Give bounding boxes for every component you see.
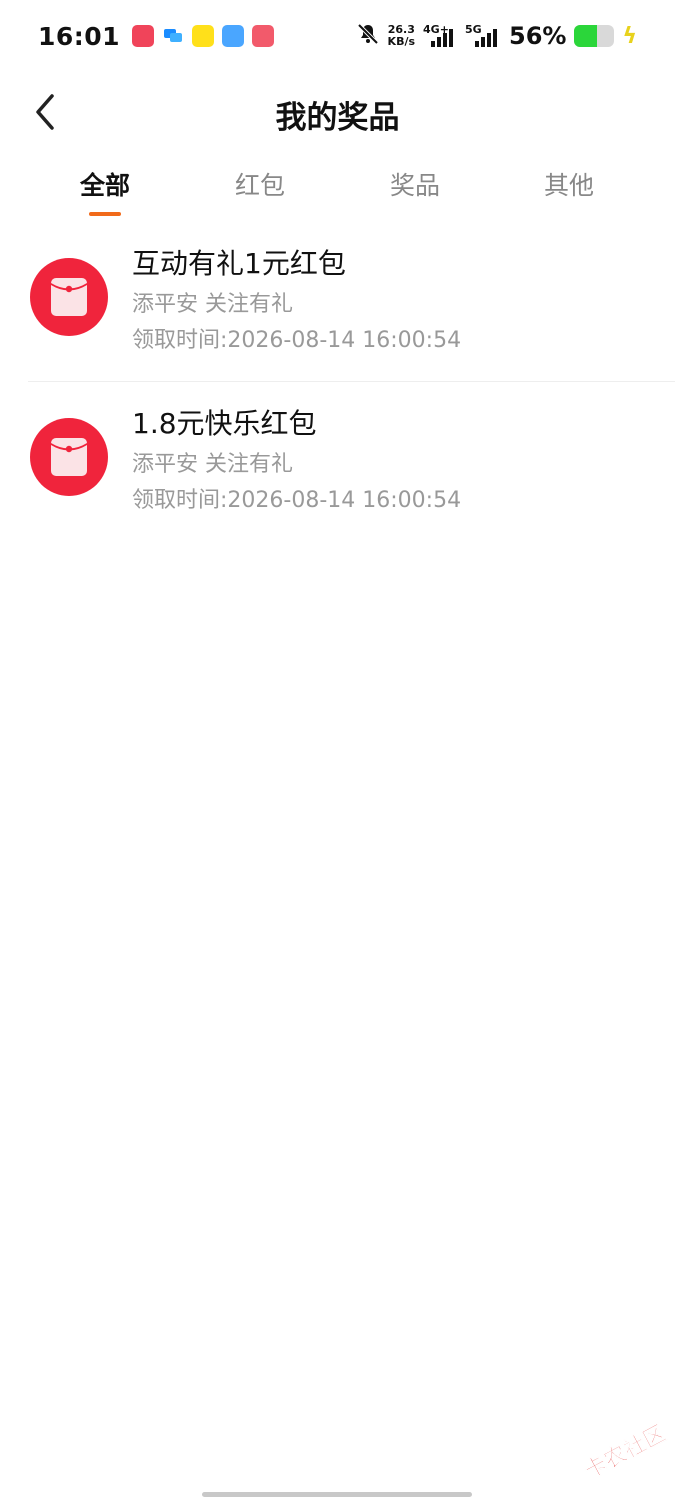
status-left: 16:01 (38, 21, 275, 51)
battery-percent: 56% (509, 22, 567, 50)
app-icon-1 (132, 25, 155, 47)
network-type-1: 4G+ (423, 23, 449, 36)
page-title: 我的奖品 (275, 100, 400, 136)
battery-fill (574, 25, 597, 47)
tab-bar: 全部 红包 奖品 其他 (0, 156, 675, 220)
video-app-icon (252, 25, 275, 47)
watermark-text: 卡农社区 (580, 1420, 670, 1482)
tab-red-envelope[interactable]: 红包 (195, 166, 325, 202)
bell-muted-icon (356, 22, 380, 50)
network-speed: 26.3 KB/s (388, 24, 415, 48)
signal-icon-2: 5G (465, 23, 501, 47)
app-icon-4 (222, 25, 245, 47)
battery-icon (574, 25, 615, 47)
home-indicator[interactable] (202, 1492, 472, 1497)
prize-list: 互动有礼1元红包 添平安 关注有礼 领取时间:2026-08-14 16:00:… (0, 222, 675, 542)
prize-time: 领取时间:2026-08-14 16:00:54 (132, 488, 462, 513)
prize-title: 1.8元快乐红包 (132, 407, 317, 440)
red-envelope-icon (30, 258, 108, 336)
tab-all[interactable]: 全部 (40, 166, 170, 202)
prize-source: 添平安 关注有礼 (132, 292, 293, 317)
prize-title: 互动有礼1元红包 (132, 247, 346, 280)
prize-source: 添平安 关注有礼 (132, 452, 293, 477)
speed-unit: KB/s (387, 35, 416, 48)
active-tab-indicator (89, 212, 121, 216)
tab-prizes[interactable]: 奖品 (350, 166, 480, 202)
red-envelope-icon (30, 418, 108, 496)
signal-icon: 4G+ (423, 23, 457, 47)
nav-bar: 我的奖品 (0, 72, 675, 154)
tab-other[interactable]: 其他 (504, 166, 634, 202)
network-type-2: 5G (465, 23, 482, 36)
prize-time: 领取时间:2026-08-14 16:00:54 (132, 328, 462, 353)
prize-item[interactable]: 互动有礼1元红包 添平安 关注有礼 领取时间:2026-08-14 16:00:… (28, 222, 675, 382)
watermark-logo: 卡农社区 (566, 1402, 675, 1485)
charging-icon: ϟ (622, 23, 637, 49)
status-time: 16:01 (38, 21, 121, 51)
app-icon-3 (192, 25, 215, 47)
status-right: 26.3 KB/s 4G+ 5G 56% ϟ (356, 22, 637, 50)
prize-item[interactable]: 1.8元快乐红包 添平安 关注有礼 领取时间:2026-08-14 16:00:… (28, 382, 675, 542)
chat-icon (162, 25, 185, 47)
status-bar: 16:01 26.3 KB/s 4G+ 5G 56% ϟ (0, 0, 675, 72)
